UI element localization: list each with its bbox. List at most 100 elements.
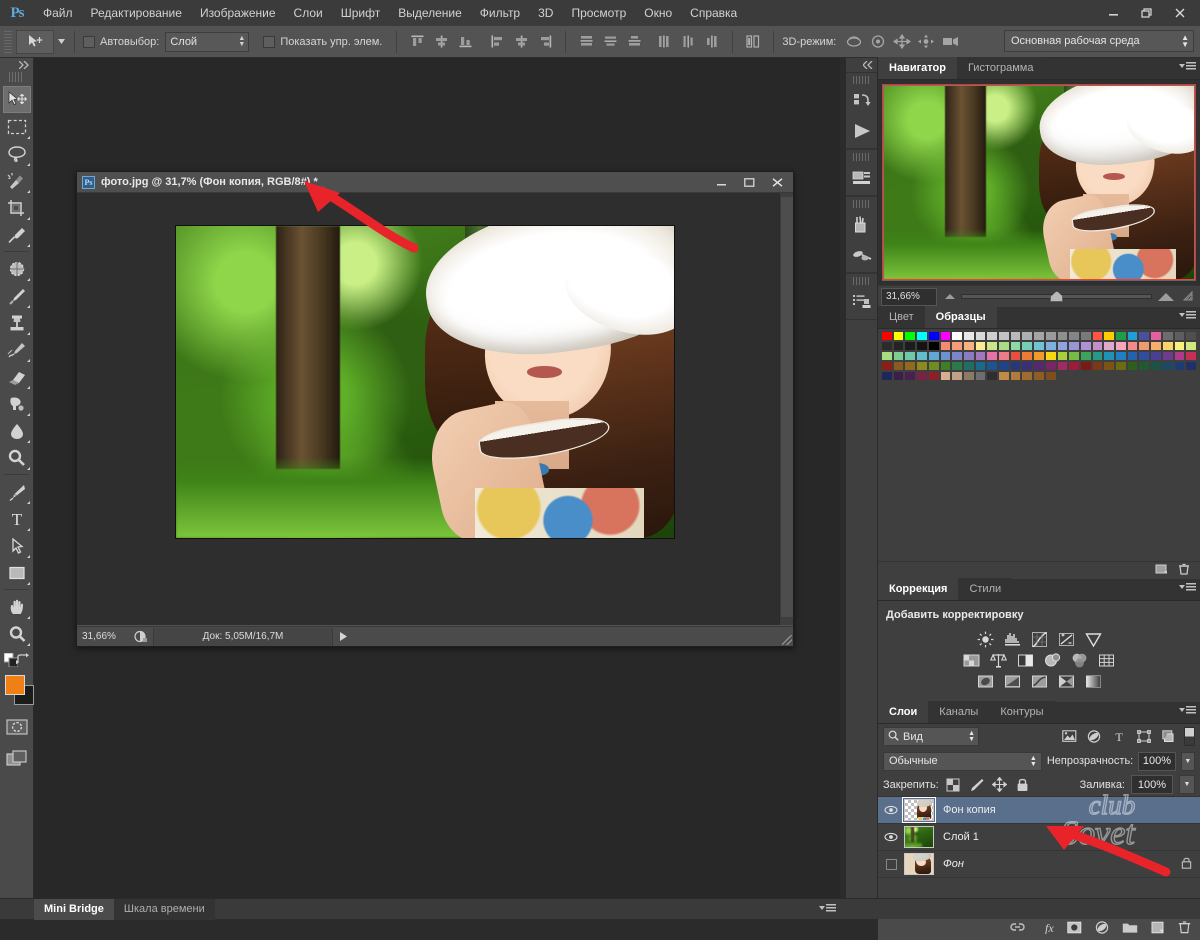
screen-mode-icon[interactable] (3, 745, 31, 772)
brush-panel-icon[interactable] (847, 210, 877, 240)
move-tool[interactable] (3, 86, 31, 113)
swatch-color[interactable] (1185, 361, 1197, 371)
swatch-color[interactable] (951, 341, 963, 351)
navigator-zoom-value[interactable]: 31,66% (881, 288, 937, 306)
rotate-3d-icon[interactable] (843, 31, 865, 53)
swatch-color[interactable] (1021, 351, 1033, 361)
swatch-color[interactable] (904, 351, 916, 361)
document-preview-icon[interactable] (129, 630, 153, 643)
swatch-color[interactable] (1185, 331, 1197, 341)
swatch-color[interactable] (1057, 331, 1069, 341)
swatch-color[interactable] (986, 331, 998, 341)
new-group-icon[interactable] (1122, 921, 1138, 937)
swatch-color[interactable] (1033, 361, 1045, 371)
swatch-color[interactable] (904, 371, 916, 381)
swatch-color[interactable] (1080, 361, 1092, 371)
swatch-color[interactable] (1033, 341, 1045, 351)
swatch-color[interactable] (1174, 361, 1186, 371)
swatch-color[interactable] (1174, 371, 1186, 381)
swatch-color[interactable] (893, 331, 905, 341)
document-vertical-scrollbar[interactable] (779, 193, 793, 625)
document-canvas-area[interactable] (77, 193, 793, 625)
menu-help[interactable]: Справка (681, 0, 746, 26)
image-canvas[interactable] (175, 225, 675, 539)
swatch-color[interactable] (1127, 351, 1139, 361)
swatch-color[interactable] (1021, 331, 1033, 341)
tab-color[interactable]: Цвет (878, 306, 925, 328)
canvas-workspace[interactable]: Ps фото.jpg @ 31,7% (Фон копия, RGB/8#) … (34, 58, 840, 898)
swatch-color[interactable] (881, 351, 893, 361)
color-lookup-icon[interactable] (1097, 652, 1116, 669)
swatch-color[interactable] (975, 341, 987, 351)
crop-tool[interactable] (3, 194, 31, 221)
table-row[interactable]: Слой 1 (878, 824, 1200, 851)
swatch-color[interactable] (986, 371, 998, 381)
new-adjustment-layer-icon[interactable] (1095, 921, 1109, 937)
swatch-color[interactable] (1115, 351, 1127, 361)
distribute-horizontal-centers-icon[interactable] (677, 31, 699, 53)
swatch-color[interactable] (998, 351, 1010, 361)
add-layer-style-icon[interactable]: fx (1038, 921, 1054, 937)
align-top-edges-icon[interactable] (406, 31, 428, 53)
swatch-color[interactable] (904, 361, 916, 371)
swatch-color[interactable] (1162, 331, 1174, 341)
swatch-color[interactable] (1045, 351, 1057, 361)
dock-collapse-icon[interactable] (846, 58, 877, 72)
foreground-color-swatch[interactable] (5, 675, 25, 695)
layer-visibility-toggle[interactable] (878, 824, 904, 851)
swatch-color[interactable] (1150, 371, 1162, 381)
swatch-color[interactable] (916, 361, 928, 371)
swatch-color[interactable] (1127, 331, 1139, 341)
swatch-color[interactable] (998, 371, 1010, 381)
photo-filter-icon[interactable] (1043, 652, 1062, 669)
menu-window[interactable]: Окно (635, 0, 681, 26)
layer-visibility-toggle[interactable] (878, 797, 904, 824)
brush-tool[interactable] (3, 282, 31, 309)
document-resize-grip[interactable] (782, 635, 792, 645)
status-zoom-level[interactable]: 31,66% (77, 631, 129, 642)
swatch-color[interactable] (951, 331, 963, 341)
swatch-color[interactable] (940, 371, 952, 381)
navigator-zoom-slider[interactable] (945, 293, 1174, 301)
lock-image-pixels-icon[interactable] (968, 776, 985, 793)
swatch-color[interactable] (1057, 341, 1069, 351)
panel-menu-icon[interactable] (1179, 311, 1196, 319)
zoom-out-small-icon[interactable] (945, 294, 955, 299)
tab-timeline[interactable]: Шкала времени (114, 899, 215, 920)
swatch-color[interactable] (1115, 371, 1127, 381)
panel-menu-icon[interactable] (1179, 583, 1196, 591)
menu-select[interactable]: Выделение (389, 0, 471, 26)
swatch-color[interactable] (963, 351, 975, 361)
filter-smart-object-icon[interactable] (1159, 727, 1179, 746)
swatch-color[interactable] (1162, 341, 1174, 351)
swatch-color[interactable] (1150, 351, 1162, 361)
swatch-color[interactable] (928, 331, 940, 341)
minimize-icon[interactable] (1098, 2, 1130, 24)
swatch-color[interactable] (986, 341, 998, 351)
tool-preset-dropdown-icon[interactable] (56, 32, 66, 52)
tab-swatches[interactable]: Образцы (925, 306, 997, 328)
swatch-color[interactable] (1174, 331, 1186, 341)
autoselect-checkbox[interactable] (83, 36, 95, 48)
eyedropper-tool[interactable] (3, 221, 31, 248)
opacity-dropdown-icon[interactable]: ▼ (1181, 752, 1195, 771)
tab-paths[interactable]: Контуры (989, 701, 1054, 723)
distribute-vertical-centers-icon[interactable] (599, 31, 621, 53)
filter-enable-toggle[interactable] (1184, 727, 1195, 746)
filter-shape-icon[interactable] (1134, 727, 1154, 746)
swatch-color[interactable] (940, 361, 952, 371)
swatch-color[interactable] (998, 331, 1010, 341)
swatch-color[interactable] (1162, 361, 1174, 371)
swatch-color[interactable] (1185, 371, 1197, 381)
eraser-tool[interactable] (3, 363, 31, 390)
menu-view[interactable]: Просмотр (562, 0, 635, 26)
swatch-color[interactable] (1103, 341, 1115, 351)
horizontal-type-tool[interactable]: T (3, 505, 31, 532)
swatch-color[interactable] (963, 361, 975, 371)
swatch-color[interactable] (1115, 331, 1127, 341)
layer-name[interactable]: Слой 1 (943, 831, 979, 843)
history-panel-icon[interactable] (847, 86, 877, 116)
layer-comps-panel-icon[interactable] (847, 163, 877, 193)
delete-swatch-icon[interactable] (1178, 563, 1190, 578)
swatch-color[interactable] (975, 361, 987, 371)
